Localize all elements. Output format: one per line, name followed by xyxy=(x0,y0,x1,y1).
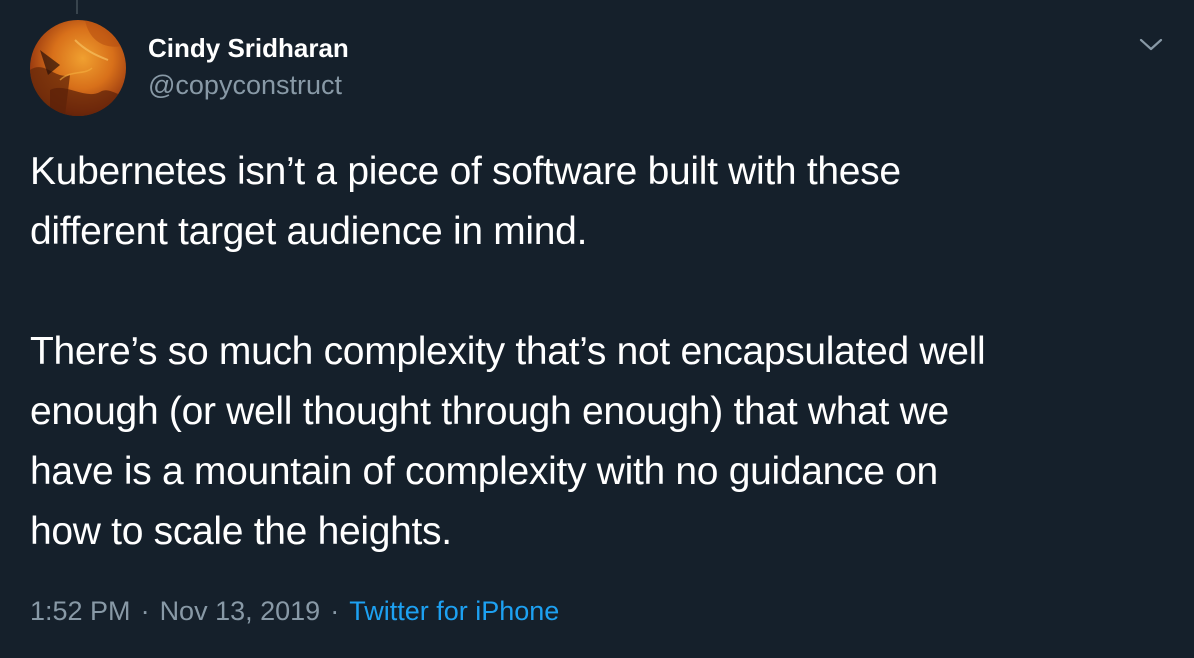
chevron-down-icon xyxy=(1139,38,1163,51)
tweet-date[interactable]: Nov 13, 2019 xyxy=(160,596,321,626)
meta-separator: · xyxy=(140,596,150,626)
tweet-paragraph-1: Kubernetes isn’t a piece of software bui… xyxy=(30,150,901,253)
avatar[interactable] xyxy=(30,20,126,116)
meta-separator: · xyxy=(330,596,340,626)
author-handle[interactable]: @copyconstruct xyxy=(148,66,349,104)
thread-connector-line xyxy=(76,0,78,14)
tweet-source-link[interactable]: Twitter for iPhone xyxy=(349,596,559,626)
tweet-text: Kubernetes isn’t a piece of software bui… xyxy=(30,142,1170,562)
author-block[interactable]: Cindy Sridharan @copyconstruct xyxy=(148,30,349,104)
more-options-button[interactable] xyxy=(1137,36,1165,54)
author-display-name[interactable]: Cindy Sridharan xyxy=(148,30,349,66)
tweet-metadata: 1:52 PM · Nov 13, 2019 · Twitter for iPhone xyxy=(30,593,559,629)
tweet-paragraph-2: There’s so much complexity that’s not en… xyxy=(30,330,986,553)
avatar-image xyxy=(30,20,126,116)
tweet-time[interactable]: 1:52 PM xyxy=(30,596,131,626)
